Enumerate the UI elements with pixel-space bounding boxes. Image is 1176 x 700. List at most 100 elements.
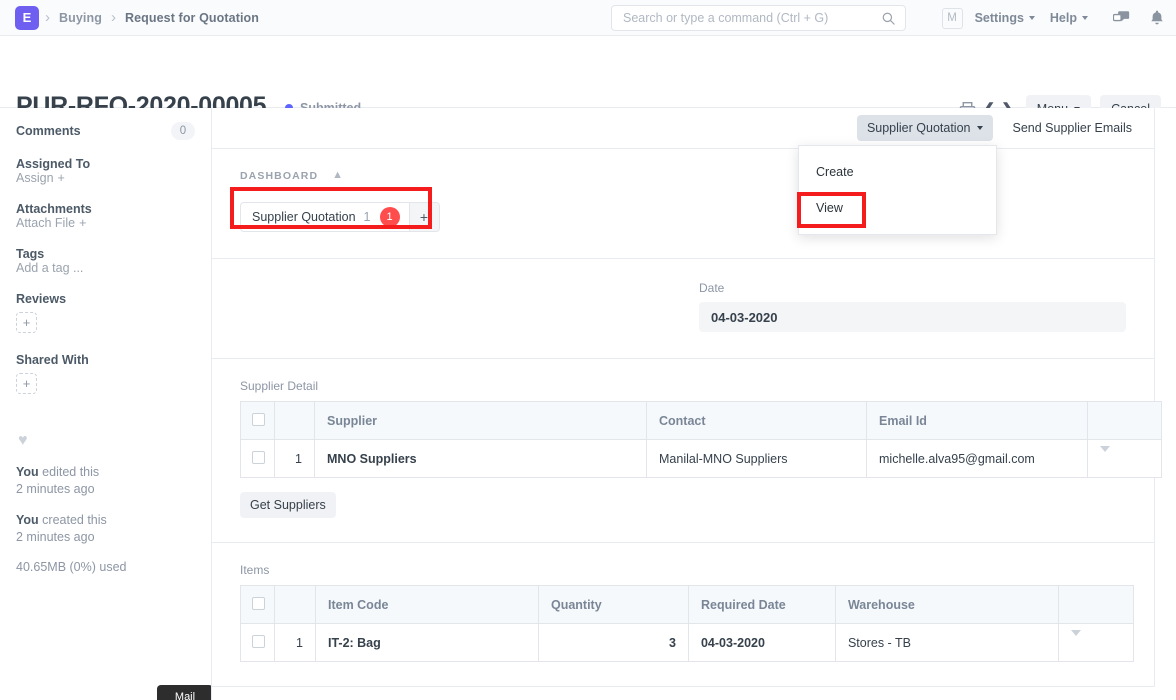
nav-settings-menu[interactable]: Settings xyxy=(975,11,1035,25)
dashboard-link-supplier-quotation[interactable]: Supplier Quotation 1 1 + xyxy=(240,202,440,232)
send-supplier-emails-label: Send Supplier Emails xyxy=(1012,121,1132,135)
main-content: Supplier Quotation Send Supplier Emails … xyxy=(212,108,1176,700)
like-heart-icon[interactable]: ♥ xyxy=(18,432,195,450)
activity-action: edited this xyxy=(39,465,99,479)
nav-help-menu[interactable]: Help xyxy=(1050,11,1088,25)
search-box[interactable] xyxy=(611,5,906,31)
cell-warehouse[interactable]: Stores - TB xyxy=(835,624,1058,662)
plus-icon: + xyxy=(23,316,31,329)
dropdown-item-view[interactable]: View xyxy=(799,190,996,226)
supplier-quotation-dropdown-button[interactable]: Supplier Quotation xyxy=(857,115,994,141)
table-row[interactable]: 1 MNO Suppliers Manilal-MNO Suppliers mi… xyxy=(241,440,1162,478)
nav-settings-label: Settings xyxy=(975,11,1024,25)
activity-edited: You edited this 2 minutes ago xyxy=(16,464,195,498)
notifications-bell-icon[interactable] xyxy=(1150,10,1164,26)
avatar[interactable]: M xyxy=(942,8,963,29)
app-logo-icon[interactable]: E xyxy=(15,6,39,30)
row-checkbox-cell[interactable] xyxy=(241,624,275,662)
sidebar-section-attachments: Attachments Attach File + xyxy=(16,202,195,230)
select-all-header[interactable] xyxy=(241,586,275,624)
floating-mail-button[interactable]: Mail xyxy=(157,685,212,700)
plus-icon: + xyxy=(58,171,65,185)
activity-actor: You xyxy=(16,513,39,527)
column-header-item-code: Item Code xyxy=(315,586,538,624)
sidebar-section-assigned-to: Assigned To Assign + xyxy=(16,157,195,185)
chevron-down-icon[interactable] xyxy=(1071,630,1081,650)
cell-item-code[interactable]: IT-2: Bag xyxy=(315,624,538,662)
cell-email-id[interactable]: michelle.alva95@gmail.com xyxy=(867,440,1088,478)
search-icon[interactable] xyxy=(881,11,896,26)
form-toolbar: Supplier Quotation Send Supplier Emails xyxy=(212,108,1154,149)
document-card: Supplier Quotation Send Supplier Emails … xyxy=(212,108,1155,687)
sidebar-section-shared-with: Shared With + xyxy=(16,353,195,394)
breadcrumb-separator-icon: › xyxy=(45,10,50,25)
items-label: Items xyxy=(240,563,1134,577)
cell-required-date[interactable]: 04-03-2020 xyxy=(688,624,835,662)
chevron-down-icon xyxy=(1082,16,1088,20)
cell-supplier[interactable]: MNO Suppliers xyxy=(315,440,647,478)
row-index: 1 xyxy=(275,624,316,662)
dashboard-link-add-button[interactable]: + xyxy=(409,202,439,232)
row-expand-cell[interactable] xyxy=(1088,440,1162,478)
tags-label: Tags xyxy=(16,247,195,261)
dashboard-label: DASHBOARD xyxy=(240,170,318,182)
chevron-down-icon[interactable] xyxy=(1100,446,1110,466)
checkbox-icon[interactable] xyxy=(252,635,265,648)
checkbox-icon[interactable] xyxy=(252,413,265,426)
table-row[interactable]: 1 IT-2: Bag 3 04-03-2020 Stores - TB xyxy=(241,624,1134,662)
avatar-letter: M xyxy=(947,12,957,24)
messages-icon[interactable] xyxy=(1113,10,1130,26)
column-header-contact: Contact xyxy=(647,402,867,440)
get-suppliers-button[interactable]: Get Suppliers xyxy=(240,492,336,518)
chevron-up-icon[interactable]: ▲ xyxy=(332,170,344,181)
date-field-value[interactable]: 04-03-2020 xyxy=(699,302,1126,332)
add-review-button[interactable]: + xyxy=(16,312,37,333)
column-header-quantity: Quantity xyxy=(538,586,688,624)
sidebar-section-reviews: Reviews + xyxy=(16,292,195,333)
add-tag-input[interactable]: Add a tag ... xyxy=(16,261,195,275)
assigned-to-label: Assigned To xyxy=(16,157,195,171)
dashboard-section-header[interactable]: DASHBOARD ▲ xyxy=(240,170,1134,182)
top-navbar: E › Buying › Request for Quotation M Set… xyxy=(0,0,1176,36)
dashboard-section: DASHBOARD ▲ Supplier Quotation 1 1 + xyxy=(212,149,1154,259)
add-tag-label: Add a tag ... xyxy=(16,261,83,275)
search-input[interactable] xyxy=(612,11,881,25)
table-header-row: Supplier Contact Email Id xyxy=(241,402,1162,440)
comments-count[interactable]: 0 xyxy=(171,122,195,140)
attach-file-label: Attach File xyxy=(16,216,75,230)
checkbox-icon[interactable] xyxy=(252,597,265,610)
row-index-header xyxy=(275,586,316,624)
dropdown-item-create[interactable]: Create xyxy=(799,154,996,190)
nav-help-label: Help xyxy=(1050,11,1077,25)
assign-label: Assign xyxy=(16,171,54,185)
breadcrumb-item-buying[interactable]: Buying xyxy=(59,11,102,25)
column-header-supplier: Supplier xyxy=(315,402,647,440)
storage-usage-label: 40.65MB (0%) used xyxy=(16,560,195,574)
assign-action[interactable]: Assign + xyxy=(16,171,195,185)
activity-time: 2 minutes ago xyxy=(16,482,95,496)
table-header-row: Item Code Quantity Required Date Warehou… xyxy=(241,586,1134,624)
breadcrumb-separator-icon: › xyxy=(111,10,116,25)
cell-contact[interactable]: Manilal-MNO Suppliers xyxy=(647,440,867,478)
supplier-detail-table: Supplier Contact Email Id 1 MNO Supplier… xyxy=(240,401,1162,478)
checkbox-icon[interactable] xyxy=(252,451,265,464)
dashboard-link-label: Supplier Quotation xyxy=(241,210,364,224)
send-supplier-emails-button[interactable]: Send Supplier Emails xyxy=(1002,115,1142,141)
row-index: 1 xyxy=(275,440,315,478)
items-section: Items Item Code Quantity Required Date W… xyxy=(212,543,1154,687)
supplier-quotation-dropdown-menu[interactable]: Create View xyxy=(798,145,997,235)
cell-quantity[interactable]: 3 xyxy=(538,624,688,662)
row-checkbox-cell[interactable] xyxy=(241,440,275,478)
plus-icon: + xyxy=(79,216,86,230)
chevron-down-icon xyxy=(977,126,983,130)
attach-file-action[interactable]: Attach File + xyxy=(16,216,195,230)
date-field-label: Date xyxy=(699,281,1126,295)
row-expand-cell[interactable] xyxy=(1058,624,1133,662)
add-share-button[interactable]: + xyxy=(16,373,37,394)
breadcrumb-item-request-for-quotation[interactable]: Request for Quotation xyxy=(125,11,259,25)
select-all-header[interactable] xyxy=(241,402,275,440)
logo-letter: E xyxy=(23,11,32,24)
dashboard-link-count: 1 xyxy=(364,210,380,224)
attachments-label: Attachments xyxy=(16,202,195,216)
items-table: Item Code Quantity Required Date Warehou… xyxy=(240,585,1134,662)
